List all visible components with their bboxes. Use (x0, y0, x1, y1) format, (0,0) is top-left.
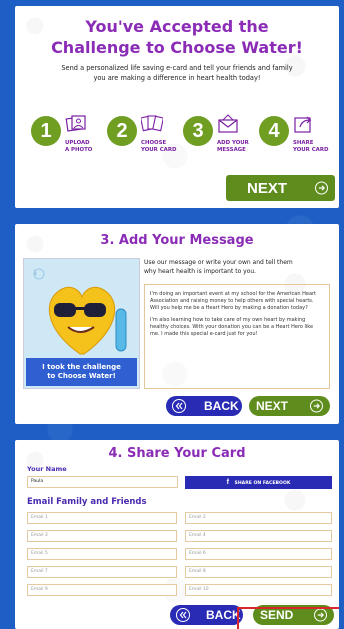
envelope-icon (218, 114, 238, 133)
next-button[interactable]: NEXT (226, 175, 335, 201)
email-field-7[interactable]: Email 7 (27, 566, 177, 578)
step-number: 2 (107, 116, 137, 146)
your-name-label: Your Name (27, 465, 67, 473)
next-button[interactable]: NEXT (249, 396, 330, 416)
section-title: 3. Add Your Message (100, 233, 254, 248)
email-field-5[interactable]: Email 5 (27, 548, 177, 560)
back-button[interactable]: BACK (166, 396, 242, 416)
facebook-button-label: SHARE ON FACEBOOK (234, 481, 291, 486)
share-on-facebook-button[interactable]: f SHARE ON FACEBOOK (185, 476, 332, 489)
message-instructions: Use our message or write your own and te… (144, 259, 329, 276)
next-button-label: NEXT (256, 399, 289, 413)
highlight-frame (237, 607, 339, 629)
desc-line-1: Send a personalized life saving e-card a… (61, 64, 293, 72)
next-button-label: NEXT (247, 180, 288, 197)
step-label-line: YOUR CARD (141, 147, 177, 153)
chevron-left-icon (172, 399, 186, 413)
step-2: 2 CHOOSE YOUR CARD (107, 114, 183, 164)
step-label-line: YOUR CARD (293, 147, 329, 153)
caption-line-1: I took the challenge (42, 363, 121, 371)
step-label-line: SHARE (293, 140, 314, 146)
ecard-preview: I took the challenge to Choose Water! (23, 258, 140, 389)
intro-line-2: why heart health is important to you. (144, 267, 257, 275)
your-name-input[interactable]: Paula (27, 476, 178, 488)
chevron-left-icon (176, 608, 190, 622)
message-textarea[interactable]: I'm doing an important event at my schoo… (144, 284, 330, 389)
caption-line-2: to Choose Water! (47, 372, 116, 380)
back-button[interactable]: BACK (170, 605, 243, 625)
steps-row: 1 UPLOAD A PHOTO 2 CHOOSE YOUR CARD 3 AD… (31, 114, 331, 164)
step-label-line: UPLOAD (65, 140, 90, 146)
email-field-9[interactable]: Email 9 (27, 584, 177, 596)
email-field-3[interactable]: Email 3 (27, 530, 177, 542)
intro-panel: You've Accepted the Challenge to Choose … (15, 6, 339, 208)
email-field-4[interactable]: Email 4 (185, 530, 332, 542)
share-icon (294, 116, 312, 133)
arrow-right-icon (315, 181, 328, 195)
section-title: 4. Share Your Card (108, 446, 246, 461)
title-line-1: You've Accepted the (85, 17, 269, 36)
email-field-6[interactable]: Email 6 (185, 548, 332, 560)
add-message-panel: 3. Add Your Message I took the challenge… (15, 224, 339, 424)
step-label: CHOOSE YOUR CARD (141, 140, 185, 154)
step-label-line: CHOOSE (141, 140, 167, 146)
step-4: 4 SHARE YOUR CARD (259, 114, 335, 164)
back-button-label: BACK (206, 608, 241, 622)
share-card-panel: 4. Share Your Card Your Name Paula f SHA… (15, 440, 339, 629)
step-label: UPLOAD A PHOTO (65, 140, 109, 154)
step-3: 3 ADD YOUR MESSAGE (183, 114, 259, 164)
email-field-10[interactable]: Email 10 (185, 584, 332, 596)
step-1: 1 UPLOAD A PHOTO (31, 114, 107, 164)
ecard-caption: I took the challenge to Choose Water! (26, 358, 137, 386)
arrow-right-icon (310, 399, 323, 413)
step-number: 1 (31, 116, 61, 146)
step-label: ADD YOUR MESSAGE (217, 140, 261, 154)
step-label: SHARE YOUR CARD (293, 140, 337, 154)
photo-icon (65, 115, 86, 132)
facebook-icon: f (226, 479, 229, 486)
step-label-line: MESSAGE (217, 147, 246, 153)
step-label-line: A PHOTO (65, 147, 93, 153)
step-label-line: ADD YOUR (217, 140, 249, 146)
cards-icon (141, 115, 163, 132)
email-field-8[interactable]: Email 8 (185, 566, 332, 578)
email-section-label: Email Family and Friends (27, 497, 147, 507)
email-field-2[interactable]: Email 2 (185, 512, 332, 524)
message-paragraph-1: I'm doing an important event at my schoo… (150, 291, 317, 312)
title-line-2: Challenge to Choose Water! (51, 38, 303, 57)
step-number: 3 (183, 116, 213, 146)
back-button-label: BACK (204, 399, 239, 413)
email-field-1[interactable]: Email 1 (27, 512, 177, 524)
intro-line-1: Use our message or write your own and te… (144, 259, 293, 266)
message-paragraph-2: I'm also learning how to take care of my… (150, 316, 314, 338)
intro-description: Send a personalized life saving e-card a… (45, 64, 309, 83)
desc-line-2: you are making a difference in heart hea… (93, 73, 261, 82)
step-number: 4 (259, 116, 289, 146)
page-title: You've Accepted the Challenge to Choose … (15, 16, 339, 58)
